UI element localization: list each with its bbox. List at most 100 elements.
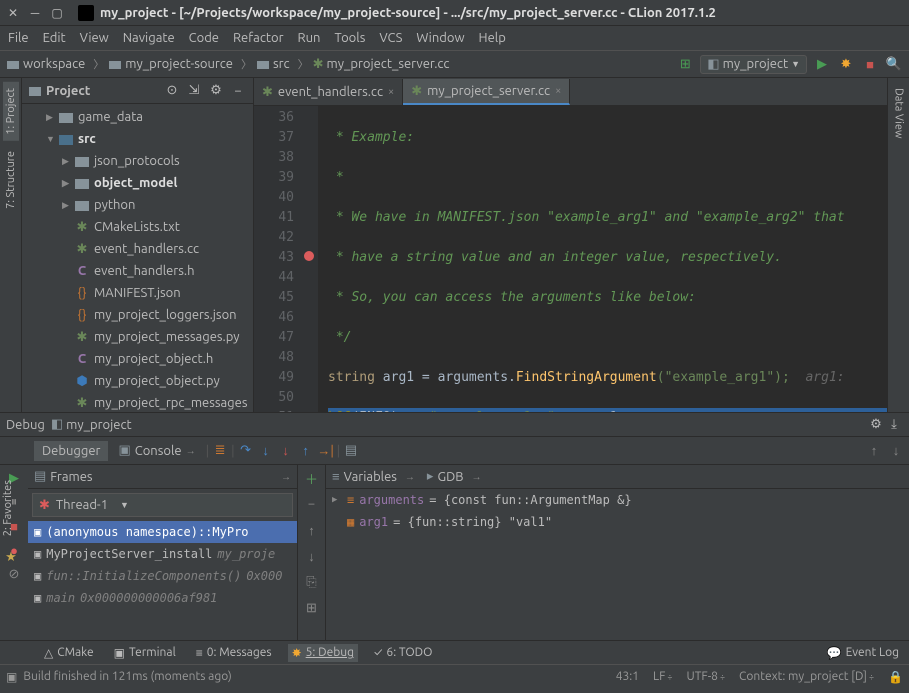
breakpoint-icon[interactable] [304, 251, 314, 261]
project-tree[interactable]: ▶game_data ▼src ▶json_protocols ▶object_… [22, 104, 253, 412]
grid-icon[interactable]: ⊞ [676, 55, 694, 73]
gear-icon[interactable]: ⚙ [867, 416, 885, 434]
tab-event-log[interactable]: 💬Event Log [823, 644, 903, 662]
prev-frame-icon[interactable]: ↑ [865, 441, 883, 459]
collapse-icon[interactable]: ⊙ [163, 82, 181, 100]
frame-row[interactable]: ▣fun::InitializeComponents() 0x000 [28, 565, 297, 587]
step-into-icon[interactable]: ↓ [257, 442, 275, 460]
remove-watch-icon[interactable]: − [303, 495, 321, 513]
copy-icon[interactable]: ⎘ [303, 573, 321, 591]
tree-folder-src[interactable]: ▼src [22, 128, 253, 150]
hide-icon[interactable]: − [229, 82, 247, 100]
variable-row[interactable]: ▶≡arguments = {const fun::ArgumentMap &} [326, 489, 909, 511]
tree-file-cmakelists[interactable]: ✱CMakeLists.txt [22, 216, 253, 238]
editor-tab-event-handlers[interactable]: ✱ event_handlers.cc × [254, 79, 403, 105]
frame-row[interactable]: ▣(anonymous namespace)::MyPro [28, 521, 297, 543]
tree-folder-json-protocols[interactable]: ▶json_protocols [22, 150, 253, 172]
tab-project[interactable]: 1: Project [3, 82, 19, 141]
watch-up-icon[interactable]: ↑ [303, 521, 321, 539]
debug-button[interactable]: ✸ [837, 55, 855, 73]
show-icon[interactable]: ⊞ [303, 599, 321, 617]
gutter-marks[interactable] [300, 106, 318, 412]
tree-folder-object-model[interactable]: ▶object_model [22, 172, 253, 194]
close-icon[interactable]: × [388, 86, 394, 98]
search-icon[interactable]: 🔍 [885, 55, 903, 73]
tree-file-object-h[interactable]: Cmy_project_object.h [22, 348, 253, 370]
tree-file-object-py[interactable]: ⬢my_project_object.py [22, 370, 253, 392]
maximize-icon[interactable]: ▢ [50, 6, 64, 20]
tab-todo[interactable]: ✓6: TODO [370, 644, 436, 661]
watch-down-icon[interactable]: ↓ [303, 547, 321, 565]
run-button[interactable]: ▶ [813, 55, 831, 73]
frame-row[interactable]: ▣main 0x000000000006af981 [28, 587, 297, 609]
tree-file-event-handlers-h[interactable]: Cevent_handlers.h [22, 260, 253, 282]
tab-debug[interactable]: ✸5: Debug [288, 644, 358, 662]
frame-row[interactable]: ▣MyProjectServer_install my_proje [28, 543, 297, 565]
crumb-source[interactable]: my_project-source [108, 57, 233, 71]
code-text: * Example: [328, 130, 414, 145]
evaluate-icon[interactable]: ▤ [342, 442, 360, 460]
tab-favorites[interactable]: 2: Favorites [0, 474, 16, 542]
tree-file-event-handlers-cc[interactable]: ✱event_handlers.cc [22, 238, 253, 260]
run-to-cursor-icon[interactable]: →| [317, 442, 335, 460]
menu-tools[interactable]: Tools [334, 31, 365, 45]
pin-icon[interactable]: ⤓ [885, 416, 903, 434]
step-out-icon[interactable]: ↑ [297, 442, 315, 460]
thread-selector[interactable]: ✱ Thread-1 ▼ [32, 493, 293, 517]
menu-vcs[interactable]: VCS [379, 31, 402, 45]
encoding[interactable]: UTF-8 [687, 670, 718, 683]
tree-file-manifest[interactable]: {}MANIFEST.json [22, 282, 253, 304]
menu-view[interactable]: View [80, 31, 109, 45]
menu-window[interactable]: Window [416, 31, 464, 45]
minimize-icon[interactable]: ─ [28, 6, 42, 20]
status-corner-icon[interactable]: ▣ [6, 670, 17, 684]
tree-file-rpc[interactable]: ✱my_project_rpc_messages [22, 392, 253, 412]
tab-structure[interactable]: 7: Structure [3, 145, 19, 215]
tab-terminal[interactable]: ▣Terminal [110, 644, 180, 662]
step-filter-icon[interactable]: ≣ [211, 442, 229, 460]
lock-icon[interactable]: 🔒 [888, 670, 903, 684]
crumb-workspace[interactable]: workspace [6, 57, 85, 71]
expand-icon[interactable]: ⇲ [185, 82, 203, 100]
menu-code[interactable]: Code [189, 31, 219, 45]
menu-help[interactable]: Help [479, 31, 506, 45]
line-number-gutter[interactable]: 36 37 38 39 40 41 42 43 44 45 46 47 48 4… [254, 106, 300, 412]
tab-messages[interactable]: ≡0: Messages [192, 644, 276, 662]
tree-file-messages[interactable]: ✱my_project_messages.py [22, 326, 253, 348]
project-panel-title: Project [28, 84, 163, 98]
close-icon[interactable]: ✕ [6, 6, 20, 20]
add-watch-icon[interactable]: ＋ [303, 469, 321, 487]
code-text: "example_arg1: " [430, 410, 555, 412]
run-config-selector[interactable]: ◧ my_project ▼ [700, 55, 807, 74]
frame-list[interactable]: ▣(anonymous namespace)::MyPro ▣MyProject… [28, 521, 297, 640]
menu-file[interactable]: File [8, 31, 29, 45]
line-ending[interactable]: LF [653, 670, 665, 683]
tree-folder-python[interactable]: ▶python [22, 194, 253, 216]
step-over-icon[interactable]: ↷ [237, 442, 255, 460]
menu-edit[interactable]: Edit [43, 31, 66, 45]
tab-debugger[interactable]: Debugger [34, 441, 108, 461]
menu-run[interactable]: Run [298, 31, 321, 45]
stop-button[interactable]: ■ [861, 55, 879, 73]
force-step-into-icon[interactable]: ↓ [277, 442, 295, 460]
editor-body[interactable]: 36 37 38 39 40 41 42 43 44 45 46 47 48 4… [254, 106, 887, 412]
variable-row[interactable]: ▦arg1 = {fun::string} "val1" [326, 511, 909, 533]
editor-tab-server[interactable]: ✱ my_project_server.cc × [403, 79, 570, 105]
menu-navigate[interactable]: Navigate [123, 31, 175, 45]
menu-refactor[interactable]: Refactor [233, 31, 284, 45]
tab-console[interactable]: ▣Console→ [110, 440, 203, 461]
tab-data-view[interactable]: Data View [891, 82, 907, 145]
star-icon[interactable]: ★ [0, 550, 22, 565]
cursor-position[interactable]: 43:1 [616, 670, 639, 683]
tab-cmake[interactable]: △CMake [40, 644, 98, 662]
tree-file-loggers[interactable]: {}my_project_loggers.json [22, 304, 253, 326]
crumb-file[interactable]: ✱ my_project_server.cc [313, 57, 450, 72]
mute-breakpoints-icon[interactable]: ⊘ [5, 565, 23, 583]
crumb-src[interactable]: src [256, 57, 290, 71]
tree-folder-game-data[interactable]: ▶game_data [22, 106, 253, 128]
next-frame-icon[interactable]: ↓ [887, 441, 905, 459]
close-icon[interactable]: × [555, 85, 561, 97]
code-area[interactable]: * Example: * * We have in MANIFEST.json … [318, 106, 887, 412]
gear-icon[interactable]: ⚙ [207, 82, 225, 100]
context[interactable]: Context: my_project [D] [739, 670, 867, 683]
